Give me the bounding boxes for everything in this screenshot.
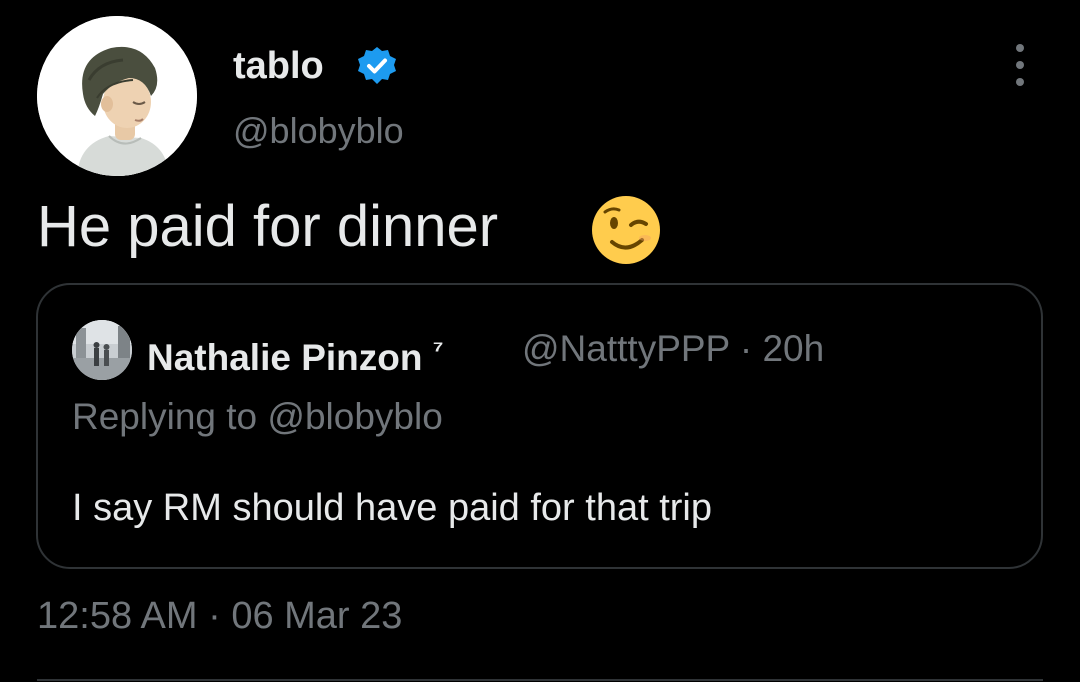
author-handle[interactable]: @blobyblo [233, 110, 404, 152]
winking-face-emoji-icon [590, 194, 662, 266]
quoted-author-name[interactable]: Nathalie Pinzon ⁷ [147, 326, 444, 381]
boy-illustration-image [37, 16, 197, 176]
more-dot [1016, 61, 1024, 69]
street-photo-image [72, 320, 132, 380]
quoted-tweet-text: I say RM should have paid for that trip [72, 487, 712, 529]
tweet-timestamp[interactable]: 12:58 AM · 06 Mar 23 [37, 592, 402, 640]
more-dot [1016, 78, 1024, 86]
more-dot [1016, 44, 1024, 52]
quoted-author-name-text: Nathalie Pinzon [147, 337, 423, 378]
quoted-author-name-suffix: ⁷ [432, 334, 444, 364]
author-display-name[interactable]: tablo [233, 44, 324, 88]
tweet-detail: tablo @blobyblo He paid for dinner Natha… [0, 0, 1080, 682]
quoted-author-avatar[interactable] [72, 320, 132, 380]
quoted-handle-time[interactable]: @NatttyPPP · 20h [522, 326, 824, 372]
divider [37, 679, 1043, 681]
more-options-icon[interactable] [1004, 40, 1036, 90]
author-avatar[interactable] [37, 16, 197, 176]
tweet-text: He paid for dinner [37, 194, 499, 259]
verified-badge-icon [355, 44, 399, 88]
replying-to-label[interactable]: Replying to @blobyblo [72, 394, 443, 440]
